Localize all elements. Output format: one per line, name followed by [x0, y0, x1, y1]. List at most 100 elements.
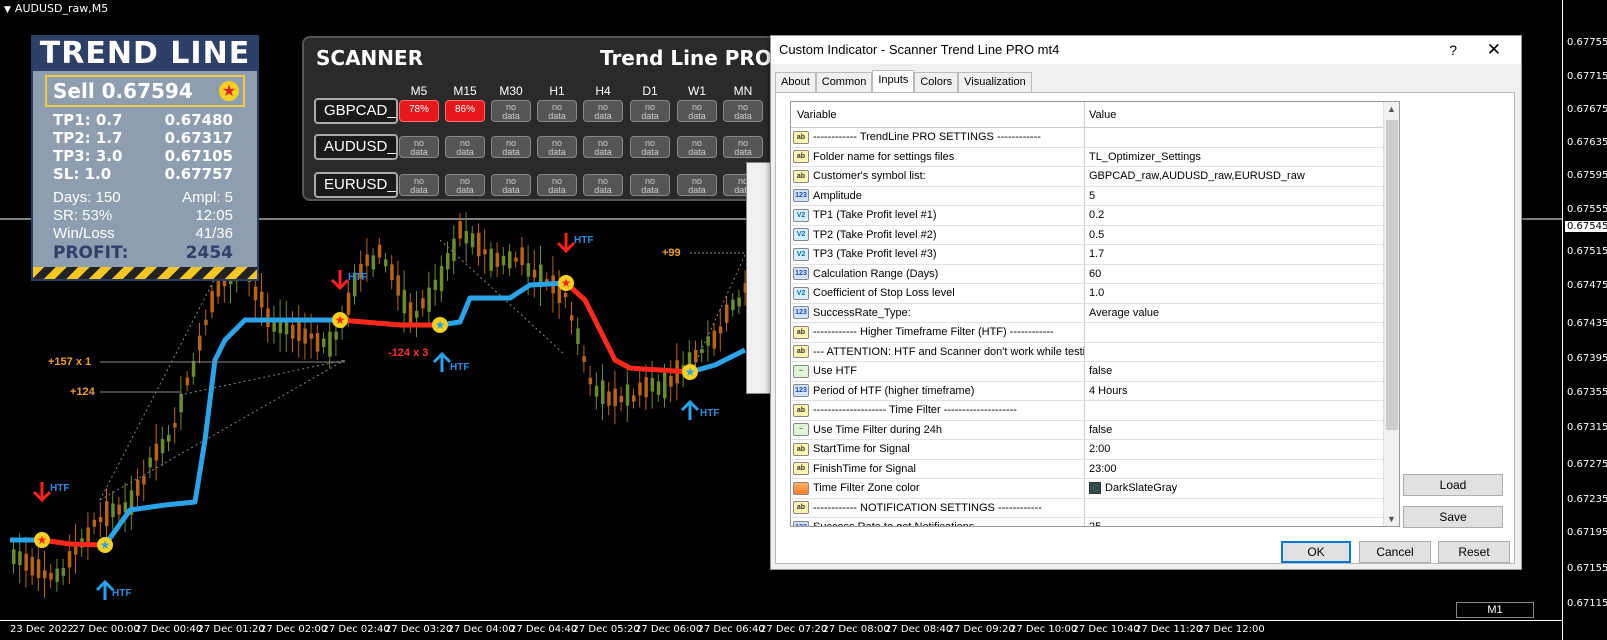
- input-row[interactable]: 123 Success Rate to get Notifications 25: [791, 518, 1399, 526]
- scanner-cell[interactable]: 86%: [445, 100, 485, 122]
- symbol-button-2[interactable]: EURUSD_r: [314, 172, 398, 198]
- input-row[interactable]: ab ------------ TrendLine PRO SETTINGS --…: [791, 128, 1399, 148]
- scanner-cell[interactable]: no data: [537, 100, 577, 122]
- input-row[interactable]: V2 Coefficient of Stop Loss level 1.0: [791, 284, 1399, 304]
- sell-signal-text: Sell 0.67594: [53, 79, 193, 103]
- input-value[interactable]: 25: [1085, 518, 1399, 526]
- input-row[interactable]: ab ------------ Higher Timeframe Filter (…: [791, 323, 1399, 343]
- input-row[interactable]: ~ Use Time Filter during 24h false: [791, 420, 1399, 440]
- tab-visualization[interactable]: Visualization: [958, 72, 1032, 92]
- scanner-cell[interactable]: no data: [677, 174, 717, 196]
- input-value[interactable]: 4 Hours: [1085, 382, 1399, 401]
- input-value[interactable]: 1.0: [1085, 284, 1399, 303]
- cancel-button[interactable]: Cancel: [1359, 541, 1431, 563]
- input-value[interactable]: 2:00: [1085, 440, 1399, 459]
- reset-button[interactable]: Reset: [1438, 541, 1510, 563]
- tab-inputs[interactable]: Inputs: [872, 70, 915, 92]
- input-value[interactable]: false: [1085, 421, 1399, 440]
- input-value[interactable]: [1085, 343, 1399, 362]
- scanner-cell[interactable]: no data: [399, 136, 439, 158]
- input-row[interactable]: ab Folder name for settings files TL_Optim…: [791, 147, 1399, 167]
- input-row[interactable]: ab --- ATTENTION: HTF and Scanner don't w…: [791, 342, 1399, 362]
- scanner-cell[interactable]: no data: [491, 136, 531, 158]
- scanner-cell[interactable]: no data: [445, 174, 485, 196]
- input-value[interactable]: 60: [1085, 265, 1399, 284]
- scanner-cell[interactable]: no data: [630, 100, 670, 122]
- scroll-thumb[interactable]: [1386, 120, 1398, 430]
- input-row[interactable]: 123 Amplitude 5: [791, 186, 1399, 206]
- scanner-cell[interactable]: no data: [583, 174, 623, 196]
- symbol-button-1[interactable]: AUDUSD_r: [314, 134, 398, 160]
- scanner-cell[interactable]: no data: [491, 100, 531, 122]
- integer-type-icon: 123: [793, 384, 809, 398]
- scanner-cell[interactable]: no data: [537, 136, 577, 158]
- input-row[interactable]: ab StartTime for Signal 2:00: [791, 440, 1399, 460]
- scanner-cell[interactable]: no data: [491, 174, 531, 196]
- candle-body: [483, 249, 487, 255]
- col-variable-header[interactable]: Variable: [791, 102, 1085, 127]
- input-value[interactable]: [1085, 499, 1399, 518]
- input-value-text: 4 Hours: [1089, 384, 1128, 397]
- input-row[interactable]: 123 Calculation Range (Days) 60: [791, 264, 1399, 284]
- tab-common[interactable]: Common: [815, 72, 873, 92]
- scanner-cell[interactable]: no data: [630, 174, 670, 196]
- input-variable-label: TP2 (Take Profit level #2): [813, 228, 937, 241]
- input-value[interactable]: 23:00: [1085, 460, 1399, 479]
- scroll-down-icon[interactable]: ▼: [1387, 514, 1396, 524]
- input-value[interactable]: DarkSlateGray: [1085, 479, 1399, 498]
- input-value[interactable]: false: [1085, 362, 1399, 381]
- input-value[interactable]: [1085, 401, 1399, 420]
- input-row[interactable]: ab Customer's symbol list: GBPCAD_raw,AUDU…: [791, 167, 1399, 187]
- ok-button[interactable]: OK: [1281, 541, 1351, 563]
- input-value[interactable]: [1085, 323, 1399, 342]
- price-axis[interactable]: 0.67755 0.67715 0.67675 0.67635 0.67595 0.675…: [1562, 0, 1607, 640]
- tab-colors[interactable]: Colors: [914, 72, 959, 92]
- save-button[interactable]: Save: [1403, 506, 1503, 528]
- input-value[interactable]: TL_Optimizer_Settings: [1085, 148, 1399, 167]
- input-row[interactable]: ab FinishTime for Signal 23:00: [791, 459, 1399, 479]
- input-variable-label: Use Time Filter during 24h: [813, 423, 942, 436]
- scanner-cell[interactable]: no data: [583, 100, 623, 122]
- col-value-header[interactable]: Value: [1085, 102, 1399, 127]
- price-label: 0.67195: [1567, 527, 1607, 538]
- input-row[interactable]: V2 TP1 (Take Profit level #1) 0.2: [791, 206, 1399, 226]
- load-button[interactable]: Load: [1403, 474, 1503, 496]
- input-variable: ~ Use Time Filter during 24h: [791, 420, 1085, 439]
- candle-body: [607, 391, 611, 406]
- scanner-cell[interactable]: no data: [445, 136, 485, 158]
- integer-type-icon: 123: [793, 189, 809, 203]
- scanner-cell[interactable]: no data: [723, 100, 763, 122]
- scanner-cell[interactable]: no data: [677, 136, 717, 158]
- input-value[interactable]: 5: [1085, 187, 1399, 206]
- scanner-cell[interactable]: no data: [583, 136, 623, 158]
- input-value[interactable]: GBPCAD_raw,AUDUSD_raw,EURUSD_raw: [1085, 167, 1399, 186]
- scanner-cell[interactable]: no data: [677, 100, 717, 122]
- timeframe-header-d1: D1: [642, 84, 658, 98]
- scanner-cell[interactable]: 78%: [399, 100, 439, 122]
- tab-about[interactable]: About: [775, 72, 816, 92]
- input-row[interactable]: 123 Period of HTF (higher timeframe) 4 Hou…: [791, 381, 1399, 401]
- input-row[interactable]: ab -------------------- Time Filter -----…: [791, 401, 1399, 421]
- input-row[interactable]: V2 TP3 (Take Profit level #3) 1.7: [791, 245, 1399, 265]
- input-value[interactable]: 1.7: [1085, 245, 1399, 264]
- time-axis[interactable]: 23 Dec 2022 27 Dec 00:00 27 Dec 00:40 27 De…: [0, 620, 1562, 640]
- scanner-cell[interactable]: no data: [399, 174, 439, 196]
- input-row[interactable]: 123 SuccessRate_Type: Average value: [791, 303, 1399, 323]
- scanner-cell[interactable]: no data: [630, 136, 670, 158]
- input-value[interactable]: 0.5: [1085, 226, 1399, 245]
- symbol-button-0[interactable]: GBPCAD_r: [314, 98, 398, 124]
- input-row[interactable]: Time Filter Zone color DarkSlateGray: [791, 479, 1399, 499]
- close-icon[interactable]: ✕: [1487, 36, 1501, 64]
- scanner-cell[interactable]: no data: [723, 136, 763, 158]
- input-row[interactable]: ab ------------ NOTIFICATION SETTINGS ---…: [791, 498, 1399, 518]
- scanner-cell[interactable]: no data: [537, 174, 577, 196]
- input-row[interactable]: ~ Use HTF false: [791, 362, 1399, 382]
- input-value[interactable]: [1085, 128, 1399, 147]
- scroll-up-icon[interactable]: ▲: [1387, 104, 1396, 114]
- help-icon[interactable]: ?: [1449, 36, 1457, 64]
- input-row[interactable]: V2 TP2 (Take Profit level #2) 0.5: [791, 225, 1399, 245]
- arrow-down-icon: [330, 270, 350, 291]
- input-value[interactable]: 0.2: [1085, 206, 1399, 225]
- input-value[interactable]: Average value: [1085, 304, 1399, 323]
- grid-scrollbar[interactable]: ▲ ▼: [1383, 102, 1399, 526]
